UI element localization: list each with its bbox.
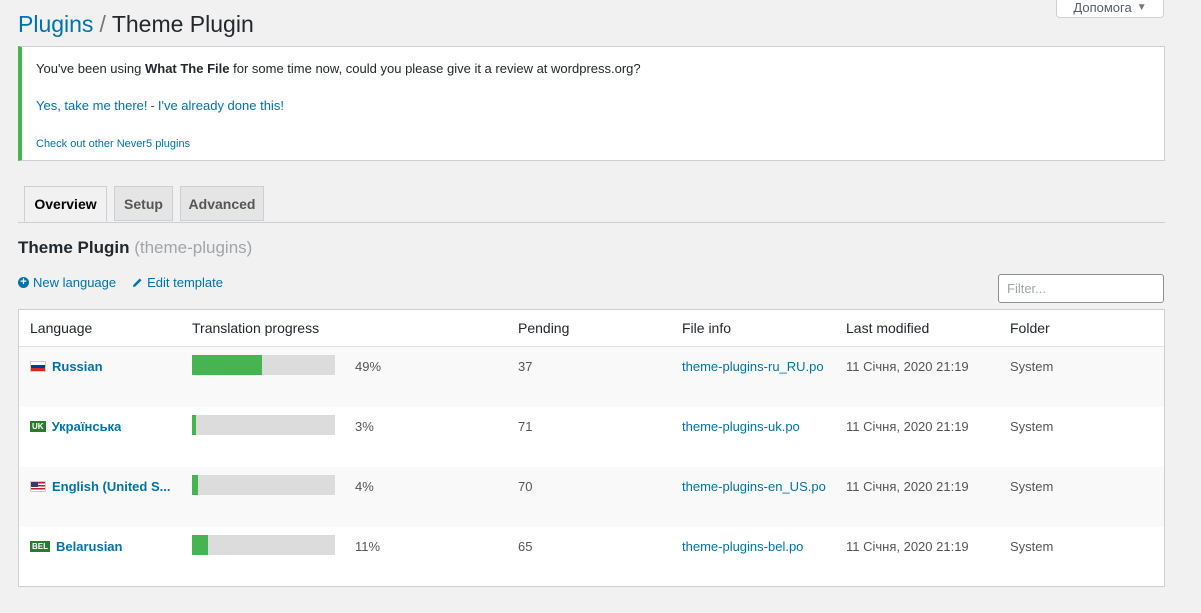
pending-count: 71 xyxy=(518,419,533,434)
notice-text-prefix: You've been using xyxy=(36,61,145,76)
edit-template-link[interactable]: Edit template xyxy=(132,275,223,290)
pending-count: 37 xyxy=(518,359,533,374)
file-link[interactable]: theme-plugins-ru_RU.po xyxy=(682,359,824,374)
language-link[interactable]: Russian xyxy=(52,359,103,374)
breadcrumb-plugins-link[interactable]: Plugins xyxy=(18,11,93,37)
progress-bar xyxy=(192,475,335,495)
tab-setup[interactable]: Setup xyxy=(114,186,173,221)
progress-fill xyxy=(192,415,197,435)
language-link[interactable]: English (United S... xyxy=(52,479,170,494)
help-button[interactable]: Допомога ▼ xyxy=(1056,0,1164,18)
folder-name: System xyxy=(1010,539,1054,554)
column-folder[interactable]: Folder xyxy=(1010,320,1050,336)
caret-down-icon: ▼ xyxy=(1136,2,1147,13)
column-language[interactable]: Language xyxy=(30,320,92,336)
folder-name: System xyxy=(1010,359,1054,374)
notice-plugin-name: What The File xyxy=(144,61,230,76)
column-file-info[interactable]: File info xyxy=(682,320,731,336)
review-notice: You've been using What The File for some… xyxy=(18,46,1165,161)
folder-name: System xyxy=(1010,479,1054,494)
bundle-slug: (theme-plugins) xyxy=(134,238,253,257)
last-modified: 11 Січня, 2020 21:19 xyxy=(846,419,969,434)
last-modified: 11 Січня, 2020 21:19 xyxy=(846,479,969,494)
bundle-name: Theme Plugin xyxy=(18,238,130,257)
pencil-icon xyxy=(133,278,142,288)
review-link[interactable]: Yes, take me there! xyxy=(36,98,148,113)
table-row: BEL Belarusian 11% 65 theme-plugins-bel.… xyxy=(19,527,1164,587)
help-button-label: Допомога xyxy=(1073,0,1132,15)
file-link[interactable]: theme-plugins-en_US.po xyxy=(682,479,826,494)
language-cell: Russian xyxy=(30,359,103,374)
progress-bar xyxy=(192,355,335,375)
other-plugins-link[interactable]: Check out other Never5 plugins xyxy=(36,138,190,150)
column-pending[interactable]: Pending xyxy=(518,320,569,336)
progress-fill xyxy=(192,475,198,495)
ukraine-flag-icon: UK xyxy=(30,421,46,432)
last-modified: 11 Січня, 2020 21:19 xyxy=(846,539,969,554)
notice-message: You've been using What The File for some… xyxy=(36,61,641,76)
language-link[interactable]: Belarusian xyxy=(56,539,122,554)
table-header: Language Translation progress Pending Fi… xyxy=(19,310,1164,347)
folder-name: System xyxy=(1010,419,1054,434)
notice-actions: Yes, take me there! - I've already done th… xyxy=(36,98,284,113)
notice-action-separator: - xyxy=(150,98,155,113)
column-progress[interactable]: Translation progress xyxy=(192,320,319,336)
edit-template-label: Edit template xyxy=(147,275,223,290)
progress-percent: 3% xyxy=(355,419,374,434)
breadcrumb-current: Theme Plugin xyxy=(111,11,254,37)
belarus-flag-icon: BEL xyxy=(30,541,50,552)
plus-circle-icon: + xyxy=(18,277,29,288)
table-row: Russian 49% 37 theme-plugins-ru_RU.po 11… xyxy=(19,347,1164,407)
column-last-modified[interactable]: Last modified xyxy=(846,320,929,336)
tab-advanced[interactable]: Advanced xyxy=(180,186,264,221)
pending-count: 70 xyxy=(518,479,533,494)
new-language-link[interactable]: + New language xyxy=(18,275,116,290)
pending-count: 65 xyxy=(518,539,533,554)
progress-bar xyxy=(192,535,335,555)
bundle-actions: + New language Edit template xyxy=(18,275,223,290)
file-link[interactable]: theme-plugins-bel.po xyxy=(682,539,803,554)
new-language-label: New language xyxy=(33,275,117,290)
progress-fill xyxy=(192,535,208,555)
tab-bar: Overview Setup Advanced xyxy=(18,186,1165,223)
progress-percent: 4% xyxy=(355,479,374,494)
usa-flag-icon xyxy=(30,481,46,492)
tab-overview[interactable]: Overview xyxy=(24,186,107,222)
language-cell: BEL Belarusian xyxy=(30,539,122,554)
file-link[interactable]: theme-plugins-uk.po xyxy=(682,419,800,434)
russia-flag-icon xyxy=(30,361,46,372)
last-modified: 11 Січня, 2020 21:19 xyxy=(846,359,969,374)
notice-text-suffix: for some time now, could you please give… xyxy=(229,61,641,76)
already-reviewed-link[interactable]: I've already done this! xyxy=(158,98,284,113)
breadcrumb-separator: / xyxy=(99,11,106,37)
filter-input[interactable] xyxy=(998,274,1164,303)
page-title: Plugins / Theme Plugin xyxy=(18,9,254,39)
table-row: UK Українська 3% 71 theme-plugins-uk.po … xyxy=(19,407,1164,467)
progress-bar xyxy=(192,415,335,435)
progress-percent: 11% xyxy=(355,539,381,554)
language-cell: English (United S... xyxy=(30,479,170,494)
section-title: Theme Plugin (theme-plugins) xyxy=(18,238,252,258)
table-row: English (United S... 4% 70 theme-plugins… xyxy=(19,467,1164,527)
progress-fill xyxy=(192,355,263,375)
language-link[interactable]: Українська xyxy=(52,419,122,434)
language-cell: UK Українська xyxy=(30,419,121,434)
progress-percent: 49% xyxy=(355,359,382,374)
languages-table: Language Translation progress Pending Fi… xyxy=(18,309,1165,587)
